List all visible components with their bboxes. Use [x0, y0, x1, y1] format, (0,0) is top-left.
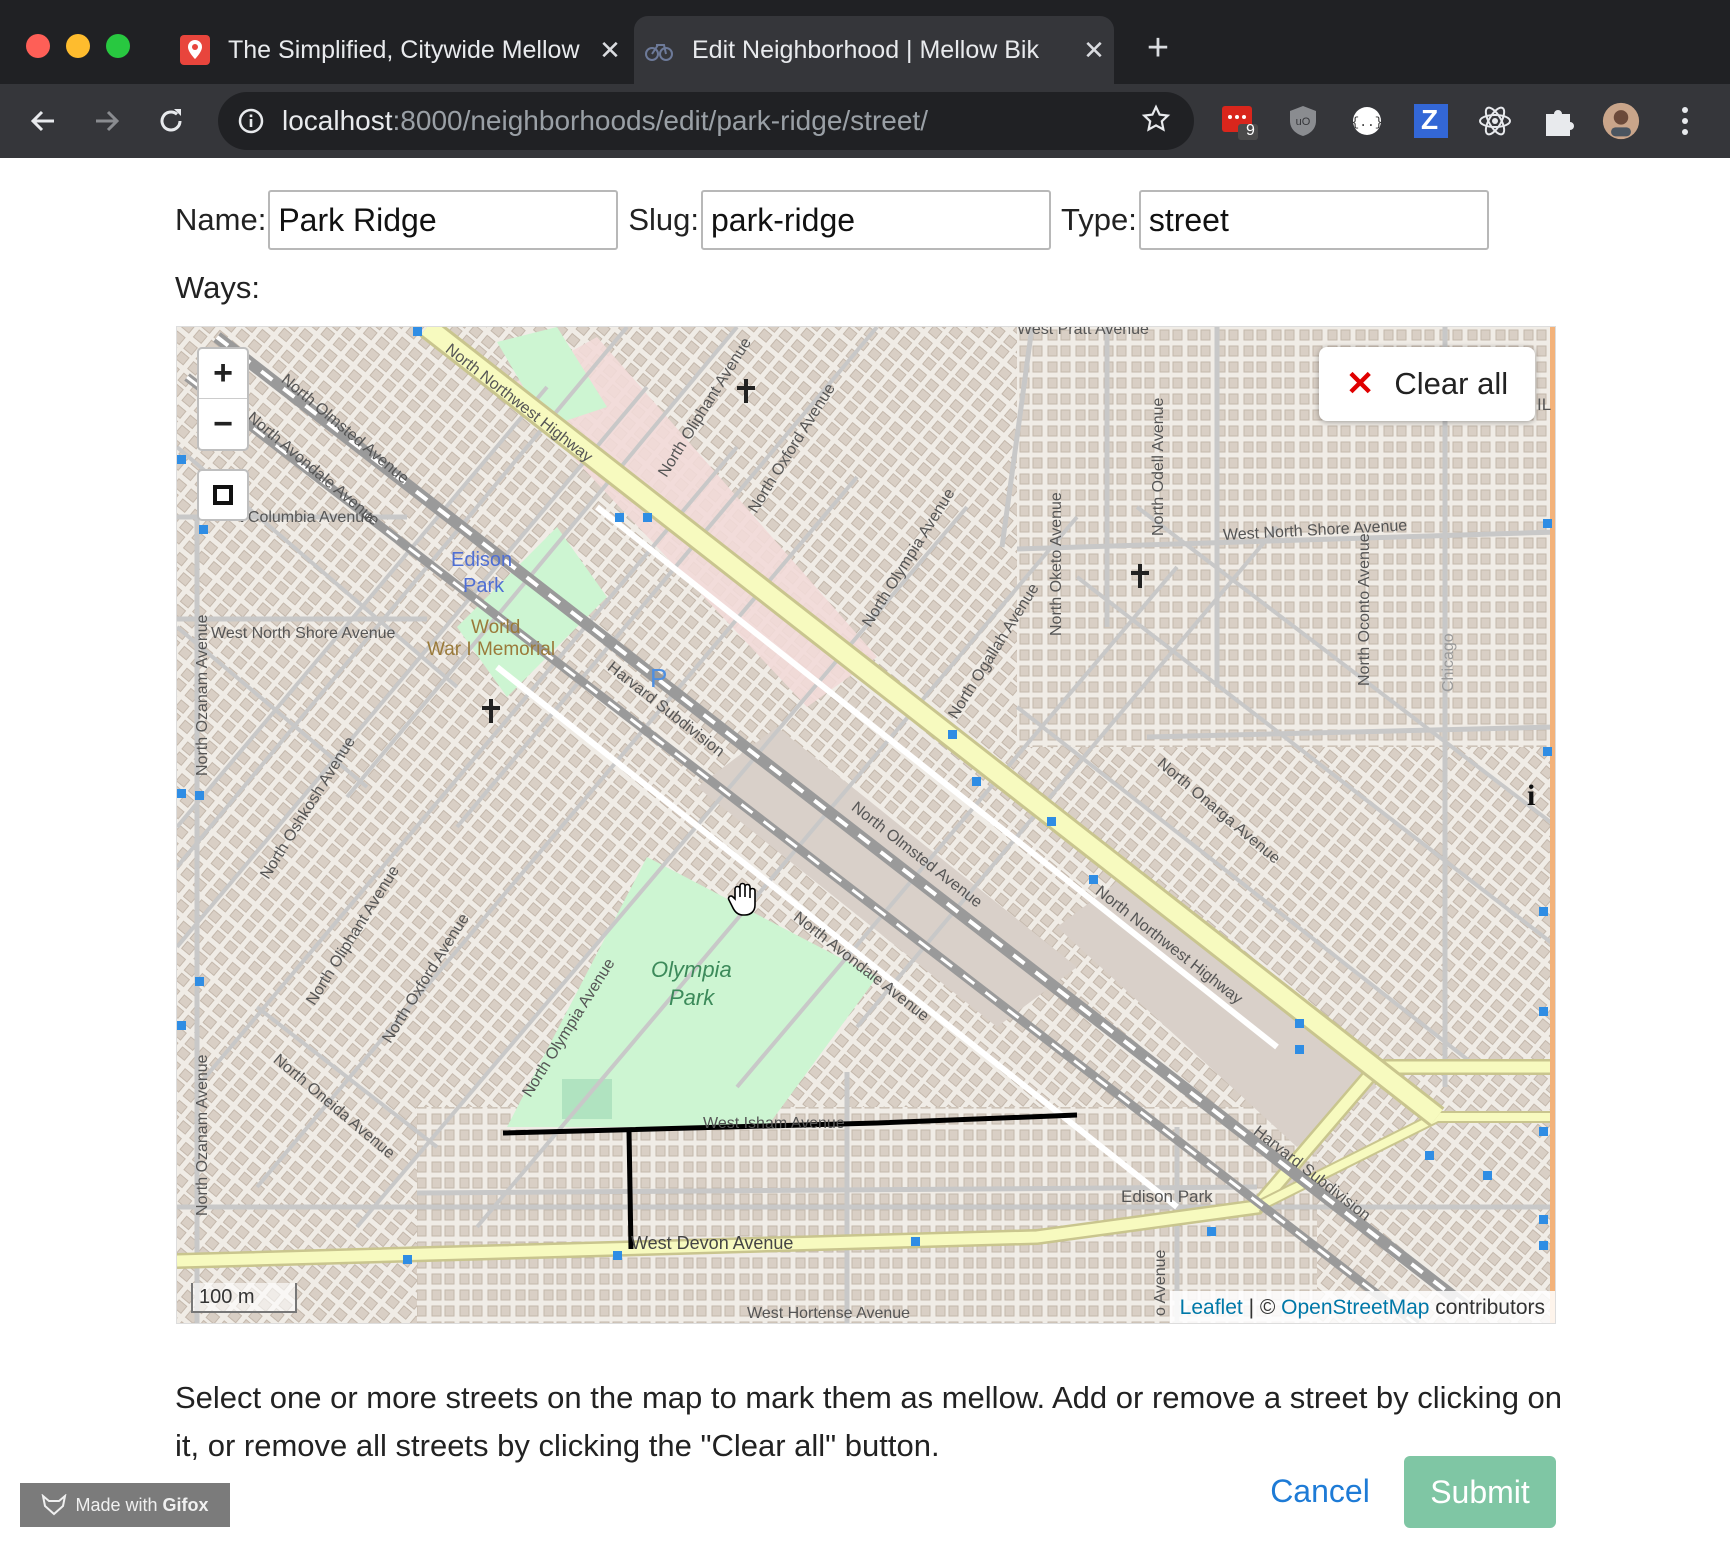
osm-link[interactable]: OpenStreetMap: [1281, 1296, 1429, 1320]
fox-logo-icon: [42, 1494, 67, 1516]
svg-text:i: i: [1527, 779, 1535, 812]
site-info-icon[interactable]: [236, 106, 266, 136]
zoom-in-button[interactable]: +: [199, 349, 247, 399]
ublock-shield-icon[interactable]: uO: [1284, 102, 1322, 140]
zoom-out-button[interactable]: −: [199, 399, 247, 449]
tab-title: Edit Neighborhood | Mellow Bik: [692, 35, 1039, 64]
window-close-button[interactable]: [26, 34, 50, 58]
map-scale: 100 m: [191, 1283, 297, 1313]
map-label-place: Park: [669, 985, 715, 1010]
browser-menu-icon[interactable]: [1666, 102, 1704, 140]
maps-pin-icon: [180, 35, 210, 65]
leaflet-link[interactable]: Leaflet: [1180, 1296, 1243, 1320]
map-label-place: War I Memorial: [427, 639, 556, 660]
map-label-street: West North Shore Avenue: [211, 625, 396, 642]
map-label-place: Park: [463, 575, 505, 597]
map-label-street: West Hortense Avenue: [747, 1305, 911, 1322]
map-label-street: North Ozanam Avenue: [194, 614, 211, 776]
svg-text:uO: uO: [1296, 116, 1311, 128]
extensions-puzzle-icon[interactable]: [1540, 102, 1578, 140]
map-label-street: Edison Park: [1121, 1187, 1213, 1206]
extension-badge-icon[interactable]: 9: [1220, 102, 1258, 140]
browser-tab-strip: The Simplified, Citywide Mellow ✕ Edit N…: [0, 0, 1730, 84]
neighborhood-form-row: Name: Park Ridge Slug: park-ridge Type: …: [175, 190, 1489, 250]
tab-close-icon[interactable]: ✕: [590, 35, 630, 66]
map-label-place: Edison: [451, 549, 513, 571]
map-attribution: Leaflet | © OpenStreetMap contributors: [1169, 1291, 1555, 1323]
tab-simplified-citywide[interactable]: The Simplified, Citywide Mellow ✕: [170, 16, 630, 84]
map-label-street: North Oconto Avenue: [1356, 533, 1373, 686]
tab-close-icon[interactable]: ✕: [1074, 35, 1114, 66]
map-label-place: Olympia: [651, 957, 732, 982]
close-x-icon: ✕: [1345, 365, 1375, 403]
draw-rectangle-button[interactable]: [197, 469, 249, 521]
square-icon: [213, 485, 233, 505]
new-tab-button[interactable]: +: [1138, 28, 1178, 68]
window-zoom-button[interactable]: [106, 34, 130, 58]
submit-button[interactable]: Submit: [1404, 1456, 1556, 1528]
ways-label: Ways:: [175, 270, 260, 305]
map-label-street: t Columbia Avenue: [239, 509, 374, 526]
cancel-link[interactable]: Cancel: [1270, 1456, 1370, 1526]
bike-icon: [644, 35, 674, 65]
map-label-street: West Pratt Avenue: [1017, 326, 1149, 338]
window-minimize-button[interactable]: [66, 34, 90, 58]
ways-map[interactable]: i Edison Park World War I Memorial P Oly…: [176, 326, 1556, 1324]
map-label-street: o Avenue: [1152, 1249, 1169, 1316]
address-bar[interactable]: localhost:8000/neighborhoods/edit/park-r…: [218, 92, 1194, 150]
zoom-control: + −: [197, 347, 249, 451]
clear-all-button[interactable]: ✕ Clear all: [1319, 347, 1535, 421]
map-label-city: Chicago: [1440, 633, 1457, 692]
bookmark-star-icon[interactable]: [1136, 103, 1176, 139]
react-devtools-icon[interactable]: [1476, 102, 1514, 140]
name-input[interactable]: Park Ridge: [268, 190, 619, 250]
slug-label: Slug:: [628, 202, 699, 237]
type-label: Type:: [1060, 202, 1137, 237]
extension-badge-count: 9: [1246, 122, 1255, 139]
reload-icon[interactable]: [148, 98, 194, 144]
profile-avatar[interactable]: [1602, 102, 1640, 140]
map-label-street: West Devon Avenue: [631, 1233, 794, 1253]
clear-all-label: Clear all: [1394, 366, 1509, 401]
gifox-watermark: Made with Gifox: [20, 1483, 230, 1527]
zotero-z-icon[interactable]: Z: [1412, 102, 1450, 140]
map-label-street: West Isham Avenue: [703, 1115, 845, 1132]
map-label-street: North Ozanam Avenue: [194, 1054, 211, 1216]
forward-arrow-icon[interactable]: [84, 98, 130, 144]
svg-text:{..}: {..}: [1351, 115, 1382, 130]
tab-edit-neighborhood[interactable]: Edit Neighborhood | Mellow Bik ✕: [634, 16, 1114, 84]
slug-input[interactable]: park-ridge: [700, 190, 1051, 250]
tab-title: The Simplified, Citywide Mellow: [228, 35, 580, 64]
map-label-street: North Oketo Avenue: [1048, 492, 1065, 636]
url-text: localhost:8000/neighborhoods/edit/park-r…: [282, 105, 928, 136]
map-label-street: North Odell Avenue: [1150, 397, 1167, 536]
browser-toolbar: localhost:8000/neighborhoods/edit/park-r…: [0, 84, 1730, 158]
map-label-state: IL: [1537, 395, 1552, 414]
json-formatter-icon[interactable]: {..}: [1348, 102, 1386, 140]
type-input[interactable]: street: [1138, 190, 1489, 250]
name-label: Name:: [175, 202, 267, 237]
back-arrow-icon[interactable]: [20, 98, 66, 144]
map-label-place: World: [471, 617, 521, 638]
